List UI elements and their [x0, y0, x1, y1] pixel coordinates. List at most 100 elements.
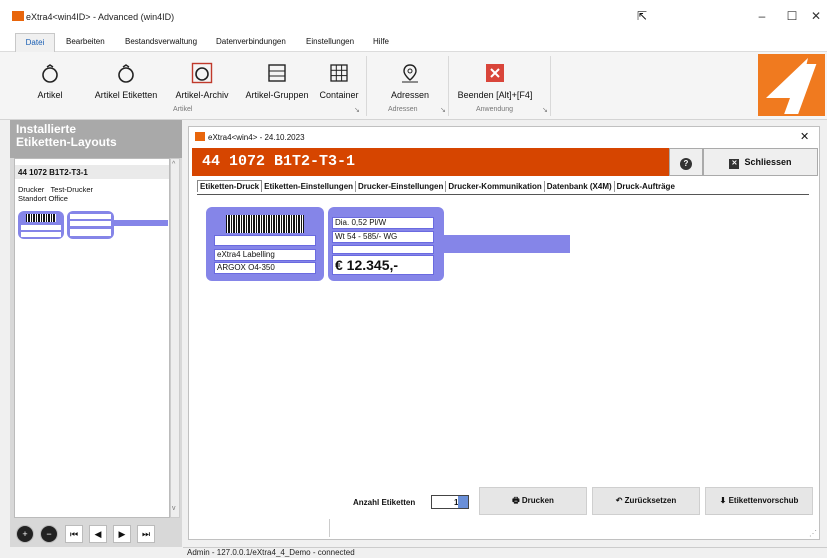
exit-icon — [486, 64, 504, 82]
layout-item-title[interactable]: 44 1072 B1T2-T3-1 — [15, 165, 169, 179]
zuruecksetzen-button[interactable]: ↶ Zurücksetzen — [592, 487, 700, 515]
label-text-line2: ARGOX O4-350 — [214, 262, 316, 274]
ribbon-artikel-archiv-button[interactable]: Artikel-Archiv — [170, 62, 234, 100]
menu-hilfe[interactable]: Hilfe — [373, 37, 389, 46]
barcode-icon — [226, 215, 304, 233]
zuruecksetzen-label: Zurücksetzen — [624, 496, 677, 505]
ribbon-container-button[interactable]: Container — [316, 62, 362, 100]
undo-icon: ↶ — [615, 496, 623, 505]
ring-icon — [42, 64, 58, 83]
menu-datenverbindungen[interactable]: Datenverbindungen — [216, 37, 286, 46]
status-text: Admin - 127.0.0.1/eXtra4_4_Demo - connec… — [187, 548, 355, 557]
tab-etiketten-einstellungen[interactable]: Etiketten-Einstellungen — [262, 181, 357, 192]
group-expand-icon[interactable]: ↘ — [440, 106, 446, 114]
ribbon-artikel-gruppen-label: Artikel-Gruppen — [245, 90, 309, 100]
help-icon: ? — [680, 158, 692, 170]
map-pin-icon — [402, 64, 418, 83]
window-title: eXtra4<win4ID> - Advanced (win4ID) — [26, 12, 175, 22]
ribbon-separator — [448, 56, 449, 116]
layout-thumbnail[interactable] — [18, 211, 168, 239]
label-price-field: € 12.345,- — [332, 255, 434, 275]
brand-logo — [758, 54, 825, 116]
menu-datei[interactable]: Datei — [15, 33, 55, 52]
ribbon-adressen-label: Adressen — [390, 90, 430, 100]
close-box-icon: ✕ — [729, 159, 740, 169]
scroll-up-icon[interactable]: ^ — [172, 161, 175, 168]
ribbon-beenden-label: Beenden [Alt]+[F4] — [457, 90, 533, 100]
label-empty-field — [214, 235, 316, 246]
dialog-header: 44 1072 B1T2-T3-1 ? ✕ Schliessen — [192, 148, 818, 176]
cursor-icon: ⇱ — [637, 9, 648, 23]
etikettenvorschub-button[interactable]: ⬇ Etikettenvorschub — [705, 487, 813, 515]
tab-drucker-kommunikation[interactable]: Drucker-Kommunikation — [446, 181, 545, 192]
dialog-titlebar: eXtra4<win4> - 24.10.2023 ✕ — [189, 127, 819, 147]
dialog-close-icon[interactable]: ✕ — [800, 130, 809, 143]
schliessen-label: Schliessen — [744, 157, 792, 167]
label-empty-field-2 — [332, 245, 434, 254]
archive-ring-icon — [191, 62, 213, 84]
label-connector-bar — [444, 235, 570, 253]
tab-drucker-einstellungen[interactable]: Drucker-Einstellungen — [356, 181, 447, 192]
drucken-button[interactable]: 🖶 Drucken — [479, 487, 587, 515]
label-text-line1: eXtra4 Labelling — [214, 249, 316, 261]
window-titlebar: eXtra4<win4ID> - Advanced (win4ID) ⇱ – ☐… — [0, 0, 827, 30]
tab-druck-auftraege[interactable]: Druck-Aufträge — [615, 181, 677, 192]
printer-label: Drucker — [18, 185, 45, 194]
maximize-button[interactable]: ☐ — [780, 7, 804, 25]
remove-layout-button[interactable]: − — [40, 525, 58, 543]
layout-item-meta: Drucker Test-Drucker Standort Office — [18, 185, 93, 203]
ribbon: Artikel Artikel Etiketten Artikel-Archiv… — [0, 52, 827, 120]
count-label: Anzahl Etiketten — [353, 498, 416, 507]
last-record-button[interactable]: ⏭ — [137, 525, 155, 543]
dialog-tabs: Etiketten-Druck Etiketten-Einstellungen Dr… — [197, 180, 677, 194]
printer-icon: 🖶 — [512, 496, 520, 505]
menu-bearbeiten[interactable]: Bearbeiten — [66, 37, 105, 46]
ribbon-group-anwendung: Anwendung — [476, 106, 513, 113]
count-stepper[interactable]: 1 — [431, 495, 469, 509]
layouts-scrollbar[interactable]: ^ v — [170, 158, 180, 518]
dialog-logo-icon — [195, 132, 205, 141]
ribbon-separator — [550, 56, 551, 116]
layouts-panel-title: Installierte Etiketten-Layouts — [10, 120, 182, 158]
add-layout-button[interactable]: + — [16, 525, 34, 543]
tab-datenbank[interactable]: Datenbank (X4M) — [545, 181, 615, 192]
printer-value: Test-Drucker — [50, 185, 94, 194]
grid-icon — [330, 64, 348, 82]
resize-grip-icon[interactable]: ⋰ — [809, 529, 817, 538]
tab-divider — [197, 194, 809, 195]
brand-logo-icon — [766, 58, 817, 114]
group-expand-icon[interactable]: ↘ — [542, 106, 548, 114]
feed-icon: ⬇ — [719, 496, 727, 505]
app-logo-icon — [12, 11, 24, 21]
group-expand-icon[interactable]: ↘ — [354, 106, 360, 114]
location-label: Standort — [18, 194, 47, 203]
help-button[interactable]: ? — [669, 148, 703, 176]
scroll-down-icon[interactable]: v — [172, 505, 176, 512]
minimize-button[interactable]: – — [750, 7, 774, 25]
ribbon-artikel-label: Artikel — [37, 90, 63, 100]
location-value: Office — [48, 194, 68, 203]
ribbon-group-artikel: Artikel — [173, 106, 193, 113]
prev-record-button[interactable]: ◀ — [89, 525, 107, 543]
stepper-arrows-icon[interactable] — [458, 496, 468, 508]
etikettenvorschub-label: Etikettenvorschub — [728, 496, 799, 505]
ribbon-artikel-etiketten-label: Artikel Etiketten — [94, 90, 158, 100]
ribbon-artikel-button[interactable]: Artikel — [24, 62, 76, 100]
menu-bar: Datei Bearbeiten Bestandsverwaltung Date… — [0, 30, 827, 52]
next-record-button[interactable]: ▶ — [113, 525, 131, 543]
first-record-button[interactable]: ⏮ — [65, 525, 83, 543]
window-close-button[interactable]: ✕ — [804, 7, 827, 25]
ribbon-adressen-button[interactable]: Adressen — [384, 62, 436, 100]
menu-bestandsverwaltung[interactable]: Bestandsverwaltung — [125, 37, 197, 46]
tab-etiketten-druck[interactable]: Etiketten-Druck — [197, 180, 263, 192]
ribbon-artikel-etiketten-button[interactable]: Artikel Etiketten — [88, 62, 164, 100]
ring-tag-icon — [118, 64, 134, 83]
footer-divider — [329, 519, 330, 537]
ribbon-artikel-archiv-label: Artikel-Archiv — [175, 90, 229, 100]
layouts-list[interactable]: 44 1072 B1T2-T3-1 Drucker Test-Drucker S… — [14, 158, 170, 518]
ribbon-artikel-gruppen-button[interactable]: Artikel-Gruppen — [240, 62, 314, 100]
menu-einstellungen[interactable]: Einstellungen — [306, 37, 354, 46]
ribbon-beenden-button[interactable]: Beenden [Alt]+[F4] — [452, 62, 538, 100]
ribbon-separator — [366, 56, 367, 116]
schliessen-button[interactable]: ✕ Schliessen — [703, 148, 818, 176]
